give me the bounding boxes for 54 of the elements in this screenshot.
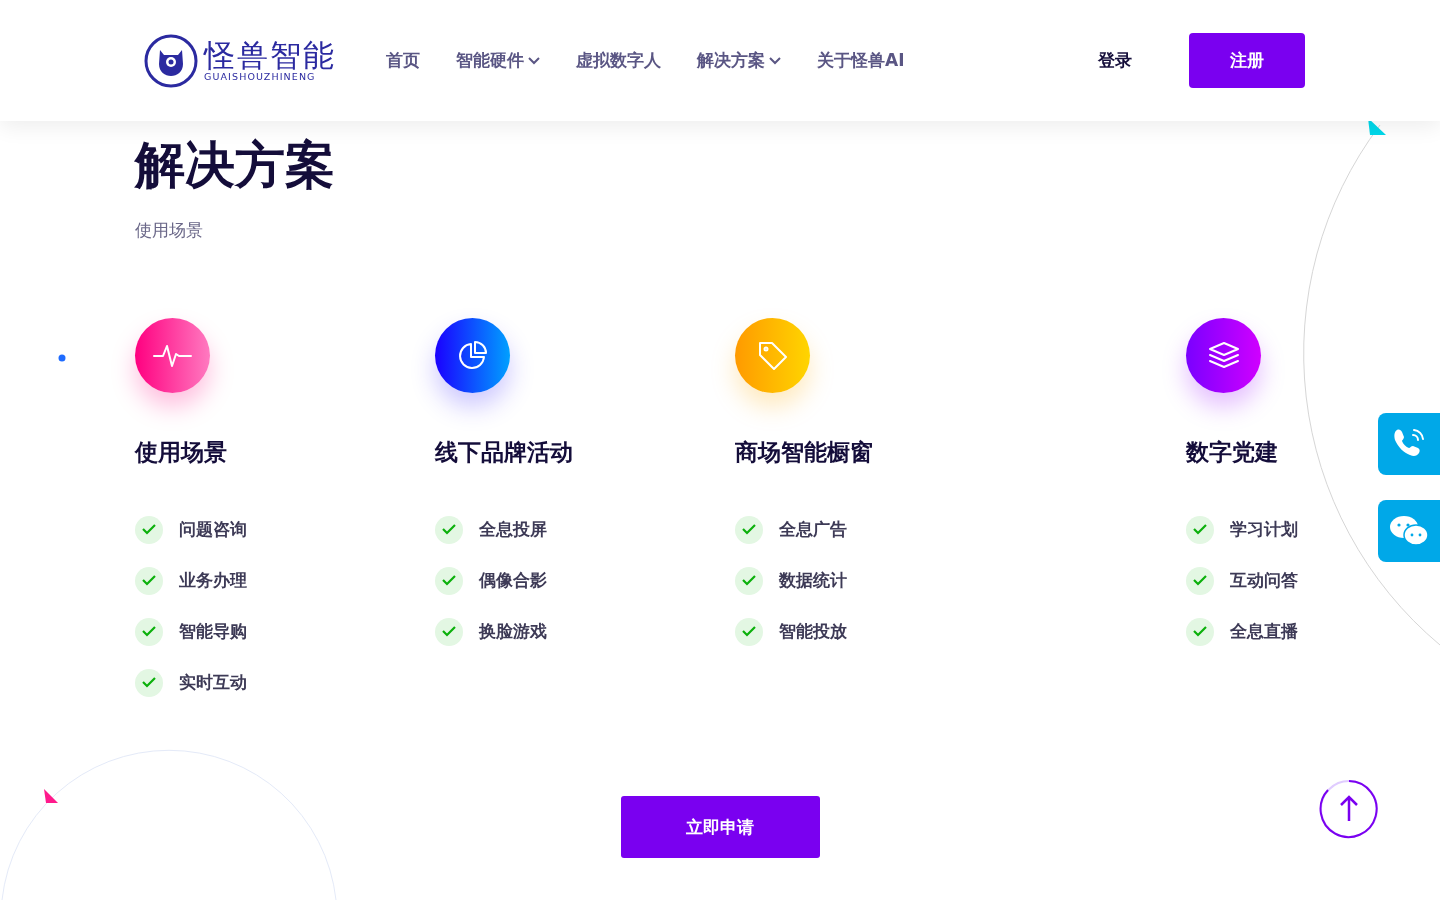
decorative-dot bbox=[58, 354, 66, 362]
check-icon bbox=[735, 566, 763, 595]
nav-link[interactable]: 虚拟数字人 bbox=[576, 49, 661, 72]
decorative-triangle bbox=[43, 788, 59, 804]
login-link[interactable]: 登录 bbox=[1098, 49, 1132, 72]
solution-title: 线下品牌活动 bbox=[435, 438, 574, 467]
feature-text: 业务办理 bbox=[179, 569, 247, 592]
scroll-top-icon[interactable] bbox=[1319, 779, 1379, 839]
check-icon bbox=[135, 617, 163, 646]
feature-text: 智能导购 bbox=[179, 620, 247, 643]
pie-chart-icon bbox=[456, 339, 489, 372]
feature-text: 智能投放 bbox=[779, 620, 847, 643]
logo-text: 怪兽智能 bbox=[204, 39, 336, 71]
nav-link[interactable]: 首页 bbox=[386, 49, 420, 72]
check-icon bbox=[735, 617, 763, 646]
tag-icon bbox=[756, 339, 789, 372]
nav-link[interactable]: 解决方案 bbox=[697, 49, 781, 72]
check-icon bbox=[1186, 566, 1214, 595]
check-icon bbox=[1186, 617, 1214, 646]
nav-link[interactable]: 关于怪兽AI bbox=[817, 49, 905, 72]
solution-title: 使用场景 bbox=[135, 438, 228, 467]
check-icon bbox=[435, 617, 463, 646]
feature-text: 全息广告 bbox=[779, 518, 847, 541]
corner-triangle bbox=[1367, 118, 1387, 136]
check-icon bbox=[435, 515, 463, 544]
feature-text: 学习计划 bbox=[1230, 518, 1298, 541]
page-subtitle: 使用场景 bbox=[135, 219, 204, 242]
feature-text: 问题咨询 bbox=[179, 518, 247, 541]
solution-title: 数字党建 bbox=[1186, 438, 1279, 467]
check-icon bbox=[135, 515, 163, 544]
check-icon bbox=[135, 668, 163, 697]
feature-text: 互动问答 bbox=[1230, 569, 1298, 592]
feature-text: 换脸游戏 bbox=[479, 620, 547, 643]
check-icon bbox=[135, 566, 163, 595]
caret-icon bbox=[769, 56, 781, 65]
check-icon bbox=[1186, 515, 1214, 544]
apply-button[interactable]: 立即申请 bbox=[620, 796, 820, 858]
phone-button[interactable] bbox=[1378, 413, 1440, 475]
feature-text: 偶像合影 bbox=[479, 569, 547, 592]
monster-logo-icon bbox=[144, 33, 198, 88]
feature-text: 全息直播 bbox=[1230, 620, 1298, 643]
check-icon bbox=[735, 515, 763, 544]
solution-title: 商场智能橱窗 bbox=[735, 438, 874, 467]
feature-text: 数据统计 bbox=[779, 569, 847, 592]
check-icon bbox=[435, 566, 463, 595]
register-button[interactable]: 注册 bbox=[1189, 33, 1305, 88]
page-title: 解决方案 bbox=[135, 135, 336, 196]
wechat-button[interactable] bbox=[1378, 500, 1440, 562]
chat-bubbles-icon bbox=[1389, 515, 1429, 547]
logo-subtitle: GUAISHOUZHINENG bbox=[204, 70, 317, 82]
caret-icon bbox=[528, 56, 540, 65]
feature-text: 实时互动 bbox=[179, 671, 247, 694]
nav-link[interactable]: 智能硬件 bbox=[456, 49, 540, 72]
feature-text: 全息投屏 bbox=[479, 518, 547, 541]
